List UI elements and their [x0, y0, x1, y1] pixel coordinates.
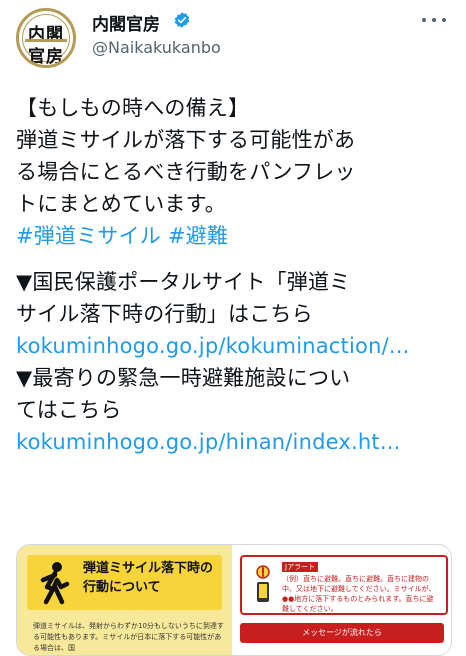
tweet-header: 内閣 官房 内閣官房 @Naikakukanbo	[0, 0, 466, 80]
message-bar: メッセージが流れたら	[240, 623, 444, 643]
more-dot	[432, 18, 436, 22]
tweet-line: 【もしもの時への備え】	[16, 96, 250, 120]
media-card[interactable]: 弾道ミサイル落下時の 行動について 弾道ミサイルは、発射からわずか10分もしない…	[16, 544, 452, 656]
more-dot	[422, 18, 426, 22]
avatar-logo-bottom: 官房	[28, 47, 64, 67]
pamphlet-left-panel: 弾道ミサイル落下時の 行動について 弾道ミサイルは、発射からわずか10分もしない…	[17, 545, 232, 655]
display-name[interactable]: 内閣官房	[92, 10, 160, 35]
tweet-line: ▼国民保護ポータルサイト「弾道ミ	[16, 270, 351, 294]
tweet-line: トにまとめています。	[16, 192, 226, 216]
shelter-link[interactable]: kokuminhogo.go.jp/hinan/index.ht...	[16, 426, 456, 458]
hashtag-links[interactable]: #弾道ミサイル #避難	[16, 220, 456, 252]
verified-badge-icon	[174, 12, 190, 28]
avatar[interactable]: 内閣 官房	[16, 8, 76, 68]
tweet-line: 弾道ミサイルが落下する可能性があ	[16, 128, 356, 152]
account-handle[interactable]: @Naikakukanbo	[92, 38, 221, 57]
jalert-message: （例）直ちに避難。直ちに避難。直ちに建物の中、又は地下に避難してください。ミサイ…	[282, 575, 436, 613]
more-options-icon[interactable]	[420, 10, 448, 30]
tweet-text: 【もしもの時への備え】 弾道ミサイルが落下する可能性があ る場合にとるべき行動を…	[16, 92, 456, 458]
pamphlet-right-panel: Jアラート （例）直ちに避難。直ちに避難。直ちに建物の中、又は地下に避難してくだ…	[232, 545, 451, 655]
more-dot	[442, 18, 446, 22]
jalert-example-box: Jアラート （例）直ちに避難。直ちに避難。直ちに建物の中、又は地下に避難してくだ…	[240, 555, 448, 615]
jalert-tag: Jアラート	[282, 562, 319, 572]
pamphlet-title-line: 行動について	[83, 580, 161, 595]
portal-link[interactable]: kokuminhogo.go.jp/kokuminaction/...	[16, 330, 456, 362]
pamphlet-description: 弾道ミサイルは、発射からわずか10分もしないうちに到達する可能性もあります。ミサ…	[33, 622, 224, 652]
tweet-line: る場合にとるべき行動をパンフレッ	[16, 160, 356, 184]
running-person-icon	[33, 560, 75, 606]
pamphlet-title: 弾道ミサイル落下時の 行動について	[83, 559, 228, 597]
tweet-line: ▼最寄りの緊急一時避難施設につい	[16, 366, 351, 390]
tweet-line: サイル落下時の行動」はこちら	[16, 302, 313, 326]
pamphlet-title-line: 弾道ミサイル落下時の	[83, 561, 214, 576]
tweet-line: てはこちら	[16, 398, 122, 422]
smartphone-alert-icon	[256, 565, 270, 602]
